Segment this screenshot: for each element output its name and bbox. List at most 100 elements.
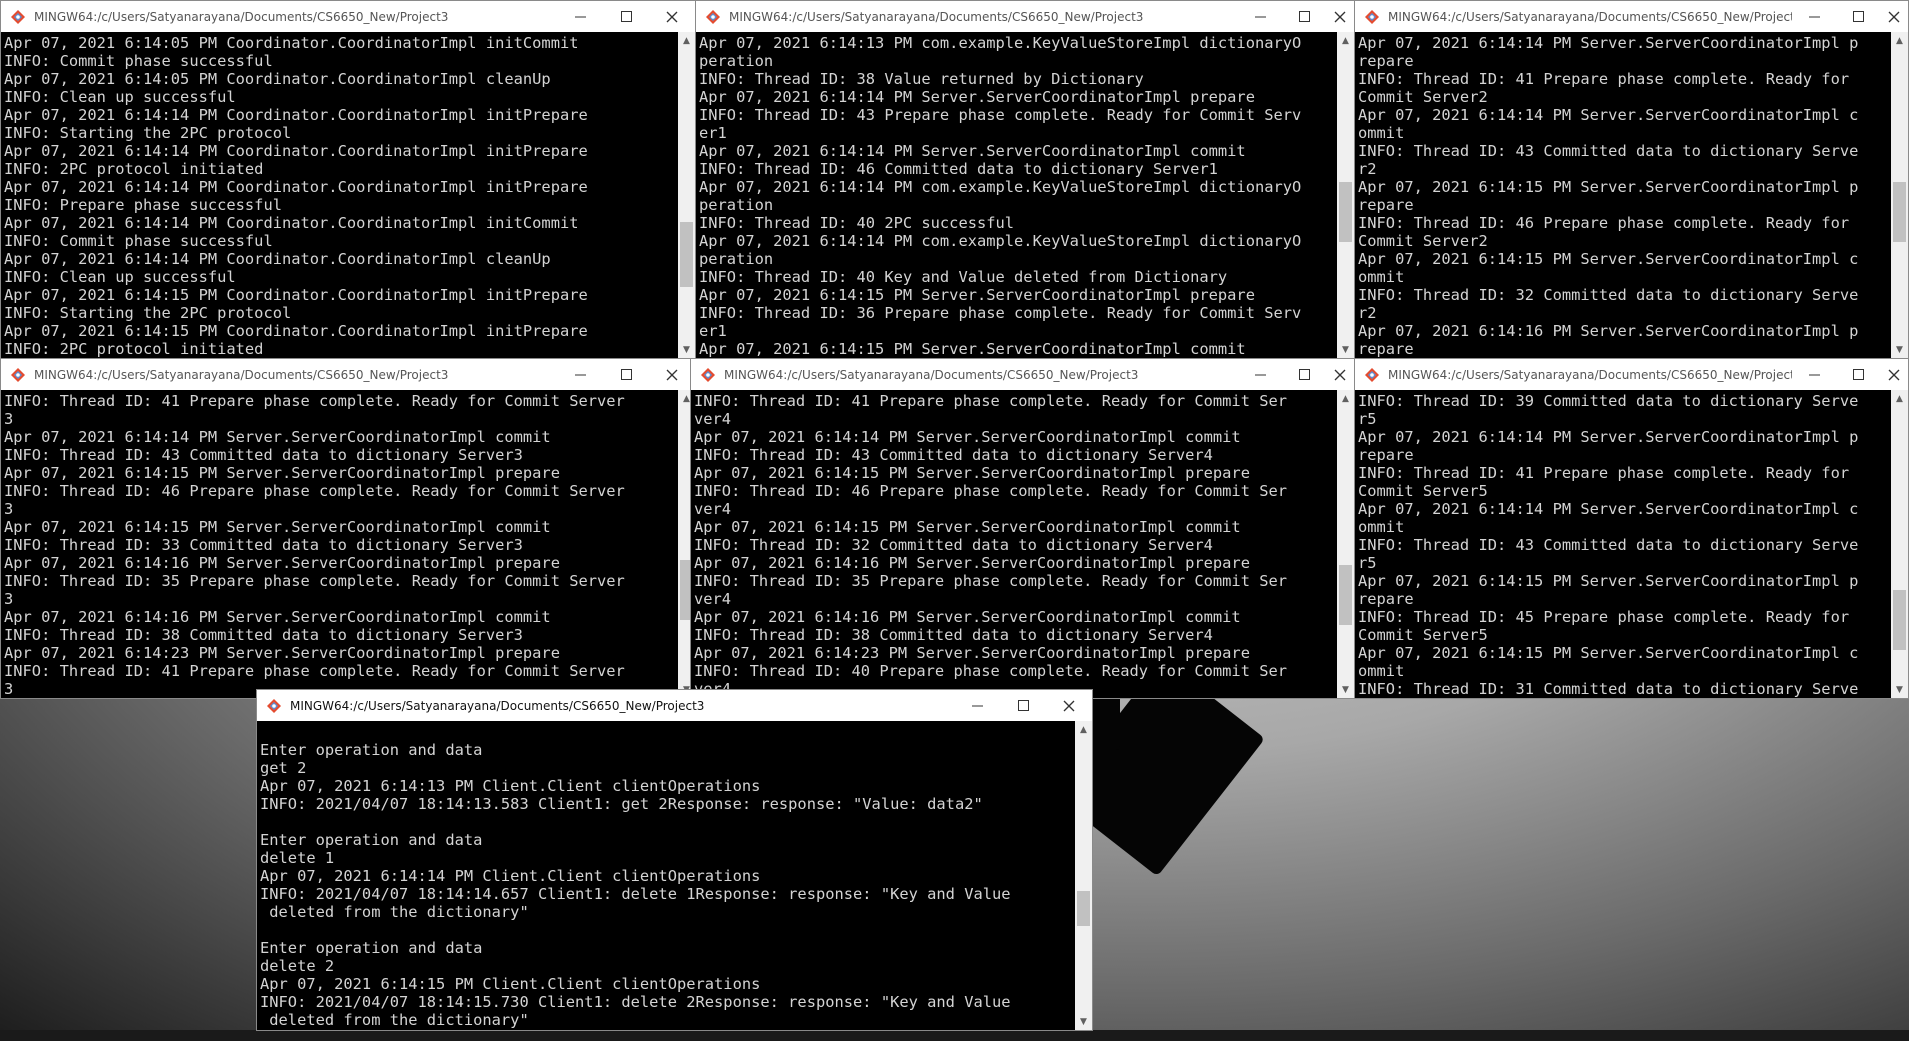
terminal-line: Apr 07, 2021 6:14:16 PM Server.ServerCoo… [4,608,551,626]
close-button[interactable] [649,1,695,32]
terminal-line: repare [1358,52,1414,70]
scroll-up-arrow-icon[interactable]: ▲ [1337,390,1354,407]
title-bar[interactable]: MINGW64:/c/Users/Satyanarayana/Documents… [691,359,1354,390]
maximize-button[interactable] [1836,1,1880,32]
scroll-up-arrow-icon[interactable]: ▲ [1337,32,1354,49]
git-bash-icon[interactable] [10,9,26,25]
scroll-down-arrow-icon[interactable]: ▼ [1891,341,1908,358]
terminal-line: Apr 07, 2021 6:14:14 PM com.example.KeyV… [699,232,1302,250]
vertical-scrollbar[interactable]: ▲▼ [1337,32,1354,358]
terminal-line: INFO: Thread ID: 41 Prepare phase comple… [1358,70,1850,88]
scrollbar-thumb[interactable] [1893,182,1906,242]
title-bar[interactable]: MINGW64:/c/Users/Satyanarayana/Documents… [1,1,695,32]
terminal-window-server3[interactable]: MINGW64:/c/Users/Satyanarayana/Documents… [0,358,696,699]
terminal-line: INFO: Thread ID: 43 Committed data to di… [4,446,523,464]
terminal-line: Apr 07, 2021 6:14:15 PM Client.Client cl… [260,975,761,993]
terminal-window-server4[interactable]: MINGW64:/c/Users/Satyanarayana/Documents… [690,358,1355,699]
terminal-line: ommit [1358,124,1405,142]
scrollbar-thumb[interactable] [1077,891,1090,926]
terminal-window-client[interactable]: MINGW64:/c/Users/Satyanarayana/Documents… [256,689,1093,1031]
minimize-button[interactable] [954,690,1000,721]
maximize-button[interactable] [1282,1,1326,32]
maximize-button[interactable] [1282,359,1326,390]
terminal-line: INFO: Thread ID: 43 Committed data to di… [1358,536,1859,554]
title-bar[interactable]: MINGW64:/c/Users/Satyanarayana/Documents… [1355,359,1908,390]
terminal-line: Apr 07, 2021 6:14:14 PM Server.ServerCoo… [1358,500,1859,518]
terminal-line: INFO: Thread ID: 45 Prepare phase comple… [1358,608,1850,626]
terminal-line: ommit [1358,662,1405,680]
terminal-output[interactable]: INFO: Thread ID: 41 Prepare phase comple… [691,390,1337,698]
scroll-up-arrow-icon[interactable]: ▲ [1891,32,1908,49]
window-title: MINGW64:/c/Users/Satyanarayana/Documents… [34,367,449,382]
terminal-line: INFO: Thread ID: 40 Prepare phase comple… [694,662,1288,680]
scrollbar-thumb[interactable] [1339,565,1352,625]
minimize-button[interactable] [1238,1,1282,32]
maximize-button[interactable] [1000,690,1046,721]
terminal-output[interactable]: Apr 07, 2021 6:14:13 PM com.example.KeyV… [696,32,1337,358]
vertical-scrollbar[interactable]: ▲▼ [678,32,695,358]
terminal-line: Apr 07, 2021 6:14:05 PM Coordinator.Coor… [4,34,579,52]
scrollbar-thumb[interactable] [680,222,693,287]
vertical-scrollbar[interactable]: ▲▼ [1891,32,1908,358]
close-button[interactable] [1326,359,1354,390]
git-bash-icon[interactable] [700,367,716,383]
terminal-line: ommit [1358,518,1405,536]
git-bash-icon[interactable] [705,9,721,25]
terminal-output[interactable]: INFO: Thread ID: 39 Committed data to di… [1355,390,1891,698]
minimize-button[interactable] [557,359,603,390]
terminal-line: INFO: Thread ID: 39 Committed data to di… [1358,392,1859,410]
close-button[interactable] [1326,1,1354,32]
close-button[interactable] [1880,1,1908,32]
terminal-output[interactable]: Apr 07, 2021 6:14:05 PM Coordinator.Coor… [1,32,678,358]
terminal-output[interactable]: Apr 07, 2021 6:14:14 PM Server.ServerCoo… [1355,32,1891,358]
git-bash-icon[interactable] [10,367,26,383]
terminal-output[interactable]: INFO: Thread ID: 41 Prepare phase comple… [1,390,678,698]
vertical-scrollbar[interactable]: ▲▼ [1075,721,1092,1030]
title-bar[interactable]: MINGW64:/c/Users/Satyanarayana/Documents… [696,1,1354,32]
scrollbar-thumb[interactable] [1339,182,1352,242]
close-button[interactable] [649,359,695,390]
terminal-line: Apr 07, 2021 6:14:15 PM Coordinator.Coor… [4,322,588,340]
terminal-line: INFO: Thread ID: 33 Committed data to di… [4,536,523,554]
title-bar[interactable]: MINGW64:/c/Users/Satyanarayana/Documents… [257,690,1092,721]
vertical-scrollbar[interactable]: ▲▼ [1337,390,1354,698]
maximize-button[interactable] [603,1,649,32]
scroll-up-arrow-icon[interactable]: ▲ [1075,721,1092,738]
title-bar[interactable]: MINGW64:/c/Users/Satyanarayana/Documents… [1355,1,1908,32]
minimize-button[interactable] [557,1,603,32]
git-bash-icon[interactable] [1364,9,1380,25]
minimize-button[interactable] [1792,359,1836,390]
close-button[interactable] [1046,690,1092,721]
minimize-button[interactable] [1238,359,1282,390]
terminal-line: Apr 07, 2021 6:14:15 PM Coordinator.Coor… [4,286,588,304]
vertical-scrollbar[interactable]: ▲▼ [1891,390,1908,698]
title-bar[interactable]: MINGW64:/c/Users/Satyanarayana/Documents… [1,359,695,390]
terminal-window-coordinator[interactable]: MINGW64:/c/Users/Satyanarayana/Documents… [0,0,696,359]
minimize-button[interactable] [1792,1,1836,32]
scroll-down-arrow-icon[interactable]: ▼ [678,341,695,358]
scroll-down-arrow-icon[interactable]: ▼ [1337,681,1354,698]
terminal-window-server5[interactable]: MINGW64:/c/Users/Satyanarayana/Documents… [1354,358,1909,699]
scrollbar-thumb[interactable] [1893,590,1906,650]
git-bash-icon[interactable] [1364,367,1380,383]
git-bash-icon[interactable] [266,698,282,714]
scroll-up-arrow-icon[interactable]: ▲ [678,32,695,49]
scroll-down-arrow-icon[interactable]: ▼ [1891,681,1908,698]
terminal-line: 3 [4,590,14,608]
maximize-button[interactable] [1836,359,1880,390]
maximize-button[interactable] [603,359,649,390]
maximize-icon [620,11,632,22]
close-button[interactable] [1880,359,1908,390]
terminal-line: Apr 07, 2021 6:14:23 PM Server.ServerCoo… [694,644,1250,662]
maximize-icon [1852,11,1864,22]
scroll-down-arrow-icon[interactable]: ▼ [1337,341,1354,358]
terminal-line: Apr 07, 2021 6:14:14 PM com.example.KeyV… [699,178,1302,196]
scroll-down-arrow-icon[interactable]: ▼ [1075,1013,1092,1030]
terminal-output[interactable]: Enter operation and data get 2 Apr 07, 202… [257,721,1075,1030]
terminal-window-server1[interactable]: MINGW64:/c/Users/Satyanarayana/Documents… [695,0,1355,359]
scroll-up-arrow-icon[interactable]: ▲ [1891,390,1908,407]
terminal-window-server2[interactable]: MINGW64:/c/Users/Satyanarayana/Documents… [1354,0,1909,359]
